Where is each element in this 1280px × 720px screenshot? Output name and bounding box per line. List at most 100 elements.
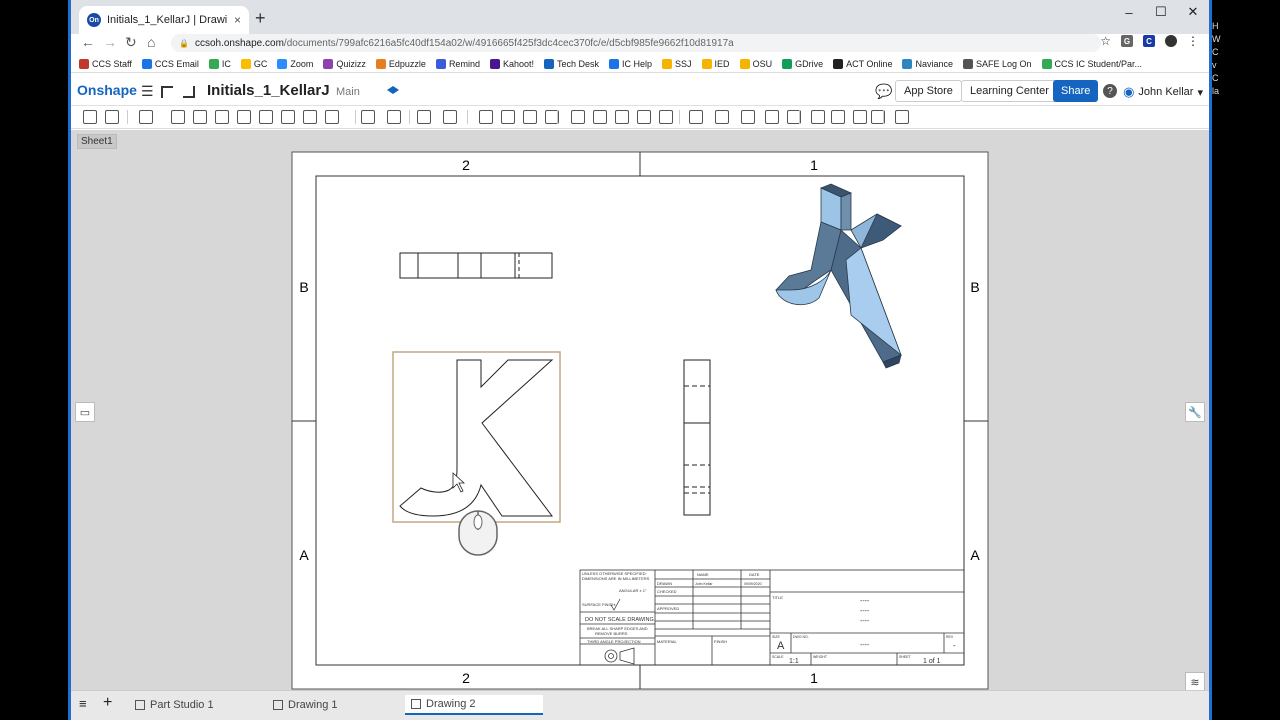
back-arrow-icon[interactable]: ←	[81, 34, 95, 50]
toolbar-tool-icon[interactable]	[325, 110, 339, 124]
toolbar-tool-icon[interactable]	[615, 110, 629, 124]
extension-g-icon[interactable]: G	[1121, 35, 1133, 47]
profile-avatar-icon[interactable]	[1165, 35, 1177, 47]
bookmark-item[interactable]: CCS Staff	[79, 58, 132, 69]
maximize-button[interactable]: ☐	[1145, 0, 1177, 24]
bookmark-favicon-icon	[208, 58, 219, 69]
bookmark-item[interactable]: SSJ	[662, 58, 692, 69]
url-input[interactable]: 🔒 ccsoh.onshape.com/documents/799afc6216…	[171, 34, 1101, 52]
toolbar-tool-icon[interactable]	[689, 110, 703, 124]
toolbar-tool-icon[interactable]	[281, 110, 295, 124]
toolbar-tool-icon[interactable]	[853, 110, 867, 124]
extension-c-icon[interactable]: C	[1143, 35, 1155, 47]
toolbar-tool-icon[interactable]	[171, 110, 185, 124]
learning-center-button[interactable]: Learning Center	[961, 80, 1058, 102]
tb-rev-label: REV	[946, 635, 954, 639]
toolbar-tool-icon[interactable]	[361, 110, 375, 124]
toolbar-tool-icon[interactable]	[193, 110, 207, 124]
tab-drawing-1[interactable]: Drawing 1	[267, 695, 344, 715]
bookmark-item[interactable]: SAFE Log On	[962, 58, 1032, 69]
bookmark-item[interactable]: ACT Online	[833, 58, 892, 69]
toolbar-tool-icon[interactable]	[259, 110, 273, 124]
toolbar-tool-icon[interactable]	[105, 110, 119, 124]
toolbar-separator	[557, 110, 558, 124]
toolbar-tool-icon[interactable]	[659, 110, 673, 124]
toolbar-tool-icon[interactable]	[303, 110, 317, 124]
close-tab-icon[interactable]: ×	[234, 13, 241, 27]
tab-part-studio-1[interactable]: Part Studio 1	[129, 695, 220, 715]
bookmark-favicon-icon	[902, 58, 913, 69]
bookmark-item[interactable]: Edpuzzle	[375, 58, 426, 69]
toolbar-tool-icon[interactable]	[593, 110, 607, 124]
branch-name[interactable]: Main	[336, 86, 360, 98]
app-store-button[interactable]: App Store	[895, 80, 962, 102]
insert-icon[interactable]	[183, 86, 195, 98]
tab-label: Part Studio 1	[150, 699, 214, 711]
forward-arrow-icon[interactable]: →	[103, 34, 117, 50]
toolbar-tool-icon[interactable]	[741, 110, 755, 124]
add-tab-button[interactable]: +	[103, 694, 112, 712]
comments-icon[interactable]: 💬	[875, 83, 892, 100]
toolbar-tool-icon[interactable]	[501, 110, 515, 124]
onshape-logo[interactable]: Onshape	[77, 82, 137, 98]
zone-label-top-1: 1	[810, 157, 818, 173]
bookmark-item[interactable]: IC	[208, 58, 231, 69]
background-window-text: H W C v C la	[1212, 21, 1221, 96]
bookmark-item[interactable]: Zoom	[277, 58, 314, 69]
feature-list-icon[interactable]	[161, 86, 173, 98]
bookmark-label: IC	[221, 58, 231, 69]
toolbar-separator	[679, 110, 680, 124]
hamburger-menu-icon[interactable]: ☰	[141, 83, 154, 100]
reload-icon[interactable]: ↻	[125, 34, 137, 51]
bookmark-item[interactable]: Kahoot!	[489, 58, 534, 69]
toolbar-tool-icon[interactable]	[523, 110, 537, 124]
bookmark-label: SSJ	[675, 58, 692, 69]
browser-tab[interactable]: On Initials_1_KellarJ | Drawing 2 ×	[79, 6, 249, 34]
bookmark-item[interactable]: Quizizz	[323, 58, 366, 69]
tab-drawing-2[interactable]: Drawing 2	[405, 695, 543, 715]
toolbar-tool-icon[interactable]	[83, 110, 97, 124]
bookmark-label: CCS IC Student/Par...	[1054, 58, 1143, 69]
browser-menu-icon[interactable]: ⋮	[1187, 34, 1199, 48]
toolbar-tool-icon[interactable]	[479, 110, 493, 124]
bookmark-item[interactable]: GC	[240, 58, 267, 69]
bookmark-item[interactable]: Remind	[435, 58, 480, 69]
bookmark-item[interactable]: CCS Email	[141, 58, 199, 69]
zone-label-left-a: A	[299, 547, 309, 563]
toolbar-tool-icon[interactable]	[895, 110, 909, 124]
tb-date: DATE	[749, 572, 760, 577]
tab-list-icon[interactable]: ≡	[79, 696, 87, 711]
help-icon[interactable]: ?	[1103, 84, 1117, 98]
bookmark-label: Zoom	[290, 58, 314, 69]
toolbar-tool-icon[interactable]	[443, 110, 457, 124]
bookmark-item[interactable]: IC Help	[609, 58, 652, 69]
toolbar-tool-icon[interactable]	[387, 110, 401, 124]
toolbar-tool-icon[interactable]	[237, 110, 251, 124]
toolbar-tool-icon[interactable]	[831, 110, 845, 124]
document-title[interactable]: Initials_1_KellarJ	[207, 82, 330, 99]
toolbar-tool-icon[interactable]	[139, 110, 153, 124]
minimize-button[interactable]: –	[1113, 0, 1145, 24]
bookmark-star-icon[interactable]: ☆	[1100, 34, 1111, 48]
new-tab-button[interactable]: +	[255, 8, 266, 29]
close-window-button[interactable]: ✕	[1177, 0, 1209, 24]
user-menu[interactable]: ◉ John Kellar ▾	[1123, 84, 1203, 100]
bookmark-item[interactable]: Naviance	[902, 58, 953, 69]
home-icon[interactable]: ⌂	[147, 34, 155, 50]
bookmark-item[interactable]: Tech Desk	[543, 58, 599, 69]
share-button[interactable]: Share	[1053, 80, 1099, 102]
toolbar-tool-icon[interactable]	[571, 110, 585, 124]
toolbar-tool-icon[interactable]	[417, 110, 431, 124]
tb-size-label: SIZE	[772, 635, 780, 639]
bookmark-item[interactable]: IED	[701, 58, 730, 69]
toolbar-tool-icon[interactable]	[215, 110, 229, 124]
bookmark-item[interactable]: OSU	[739, 58, 772, 69]
drawing-canvas[interactable]: Sheet1 ▭ 🔧 ≋ 2 1 2 1 B A B A UNLESS OTHE…	[71, 130, 1209, 692]
bookmark-favicon-icon	[79, 58, 89, 69]
toolbar-tool-icon[interactable]	[715, 110, 729, 124]
bookmark-item[interactable]: GDrive	[782, 58, 823, 69]
toolbar-tool-icon[interactable]	[811, 110, 825, 124]
toolbar-tool-icon[interactable]	[637, 110, 651, 124]
bookmark-item[interactable]: CCS IC Student/Par...	[1041, 58, 1143, 69]
toolbar-tool-icon[interactable]	[765, 110, 779, 124]
